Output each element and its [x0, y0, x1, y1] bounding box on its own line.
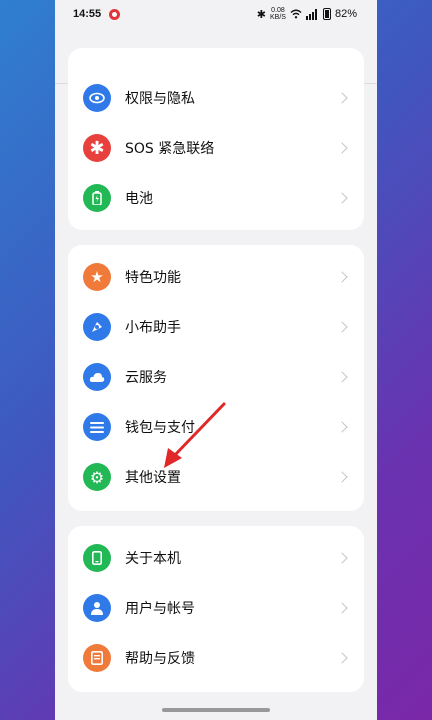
- row-label: 电池: [125, 191, 153, 207]
- row-features[interactable]: ★ 特色功能: [68, 252, 364, 302]
- signal-icon: [305, 8, 317, 20]
- sos-asterisk-icon: ✱: [83, 134, 111, 162]
- chevron-right-icon: [336, 552, 348, 564]
- user-icon: [83, 594, 111, 622]
- assistant-icon: [83, 313, 111, 341]
- wifi-icon: [290, 9, 302, 19]
- row-label: 权限与隐私: [125, 91, 195, 107]
- chevron-right-icon: [336, 92, 348, 104]
- row-battery[interactable]: 电池: [68, 173, 364, 223]
- row-label: 钱包与支付: [125, 420, 195, 436]
- row-sos[interactable]: ✱ SOS 紧急联络: [68, 123, 364, 173]
- settings-group-3: 关于本机 用户与帐号 帮助与反馈: [68, 526, 364, 692]
- cloud-icon: [83, 363, 111, 391]
- notification-icon: [109, 9, 120, 20]
- battery-icon: [83, 184, 111, 212]
- battery-percent: 82%: [334, 8, 357, 20]
- status-right-group: ✱ 0.08 KB/S 82%: [257, 7, 357, 21]
- chevron-right-icon: [336, 271, 348, 283]
- row-label: 云服务: [125, 370, 167, 386]
- battery-status-icon: [322, 8, 331, 20]
- row-label: 帮助与反馈: [125, 651, 195, 667]
- row-label: 关于本机: [125, 551, 181, 567]
- row-wallet[interactable]: 钱包与支付: [68, 402, 364, 452]
- row-label: 用户与帐号: [125, 601, 195, 617]
- phone-screen: 14:55 ✱ 0.08 KB/S 82% 设置: [55, 0, 377, 720]
- row-users-accounts[interactable]: 用户与帐号: [68, 583, 364, 633]
- row-label: 特色功能: [125, 270, 181, 286]
- row-label: SOS 紧急联络: [125, 141, 215, 157]
- chevron-right-icon: [336, 421, 348, 433]
- row-cloud[interactable]: 云服务: [68, 352, 364, 402]
- bluetooth-icon: ✱: [256, 8, 267, 21]
- home-indicator[interactable]: [162, 708, 270, 712]
- row-about-phone[interactable]: 关于本机: [68, 533, 364, 583]
- chevron-right-icon: [336, 602, 348, 614]
- data-speed: 0.08 KB/S: [270, 7, 286, 21]
- chevron-right-icon: [336, 371, 348, 383]
- chevron-right-icon: [336, 192, 348, 204]
- row-assistant[interactable]: 小布助手: [68, 302, 364, 352]
- help-book-icon: [83, 644, 111, 672]
- status-bar: 14:55 ✱ 0.08 KB/S 82%: [55, 0, 377, 30]
- settings-group-1: 权限与隐私 ✱ SOS 紧急联络 电池: [68, 48, 364, 230]
- privacy-eye-icon: [83, 84, 111, 112]
- row-help-feedback[interactable]: 帮助与反馈: [68, 633, 364, 683]
- status-time: 14:55: [73, 8, 102, 20]
- chevron-right-icon: [336, 142, 348, 154]
- star-icon: ★: [83, 263, 111, 291]
- chevron-right-icon: [336, 652, 348, 664]
- phone-icon: [83, 544, 111, 572]
- chevron-right-icon: [336, 471, 348, 483]
- settings-group-2: ★ 特色功能 小布助手 云服务 钱包与支付 ⚙ 其他设置: [68, 245, 364, 511]
- row-label: 小布助手: [125, 320, 181, 336]
- row-label: 其他设置: [125, 470, 181, 486]
- chevron-right-icon: [336, 321, 348, 333]
- gear-icon: ⚙: [83, 463, 111, 491]
- row-privacy[interactable]: 权限与隐私: [68, 73, 364, 123]
- row-other-settings[interactable]: ⚙ 其他设置: [68, 452, 364, 502]
- wallet-icon: [83, 413, 111, 441]
